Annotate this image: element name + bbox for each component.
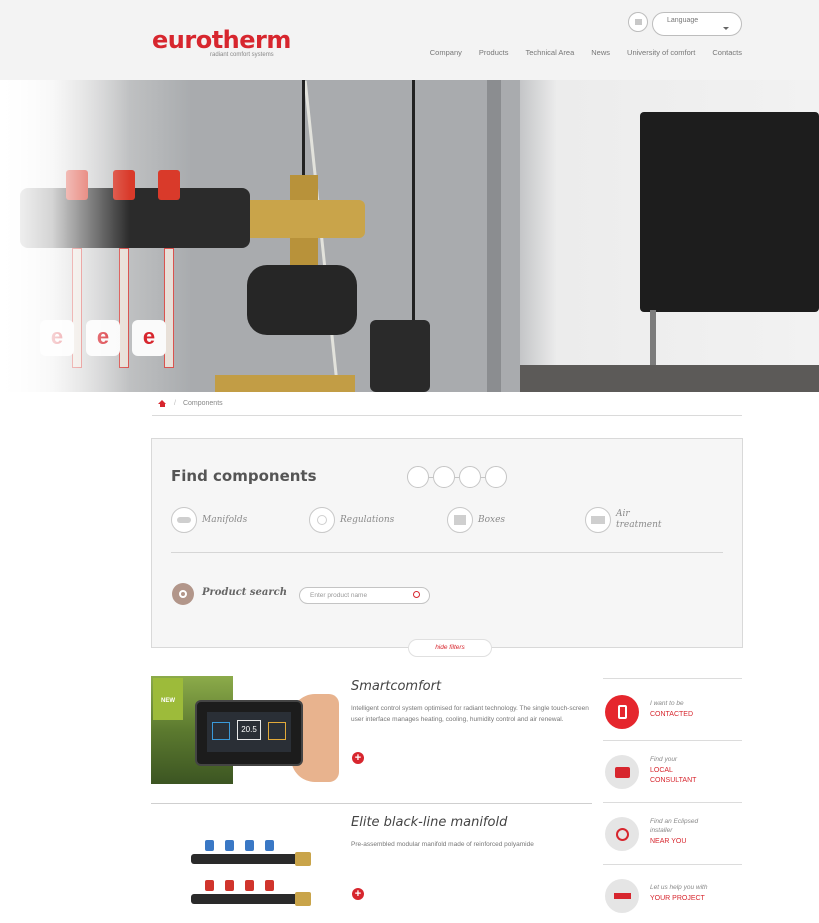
product-card: Elite black-line manifold Pre-assembled … — [151, 812, 592, 923]
briefcase-icon — [605, 755, 639, 789]
home-icon[interactable] — [158, 400, 167, 407]
tablet-temperature: 20.5 — [237, 720, 261, 740]
nav-item-news[interactable]: News — [591, 48, 610, 57]
logo-wordmark: eurotherm — [152, 26, 291, 54]
hero-chair-leg — [650, 310, 656, 370]
logo-tagline: radiant comfort systems — [210, 52, 274, 58]
flag-icon[interactable] — [628, 12, 648, 32]
plus-icon[interactable]: + — [352, 752, 364, 764]
product-image-smartcomfort[interactable]: NEW 20.5 — [151, 676, 339, 784]
side-item-project[interactable]: Let us help you with YOUR PROJECT — [603, 864, 742, 923]
hero-e-cap: e — [132, 320, 166, 356]
hero-black-cable-2 — [412, 80, 415, 320]
side-item-title: NEAR YOU — [650, 838, 687, 845]
nav-item-university-of-comfort[interactable]: University of comfort — [627, 48, 695, 57]
language-select-label: Language — [667, 17, 699, 24]
product-description: Intelligent control system optimised for… — [351, 705, 589, 723]
product-card: NEW 20.5 Smartcomfort Intelligent contro… — [151, 676, 592, 804]
search-icon — [172, 583, 194, 605]
side-item-title: LOCAL CONSULTANT — [650, 767, 697, 784]
nav-item-contacts[interactable]: Contacts — [712, 48, 742, 57]
air-treatment-icon — [585, 507, 611, 533]
nav-item-company[interactable]: Company — [430, 48, 462, 57]
step-indicator — [485, 466, 507, 488]
side-item-title: CONTACTED — [650, 711, 694, 718]
language-select[interactable]: Language — [652, 12, 742, 36]
category-air-treatment[interactable]: Air treatment — [585, 507, 672, 533]
filters-title: Find components — [171, 467, 317, 485]
installer-icon — [605, 817, 639, 851]
side-item-subtitle: Find your — [650, 756, 678, 763]
hero-brass-pipe-bottom — [215, 375, 355, 392]
category-regulations[interactable]: Regulations — [309, 507, 394, 533]
product-search-label: Product search — [202, 587, 288, 598]
nav-item-products[interactable]: Products — [479, 48, 509, 57]
manifold-icon — [171, 507, 197, 533]
category-label: Boxes — [478, 515, 506, 525]
side-item-subtitle: I want to be — [650, 700, 684, 707]
find-components-panel: Find components Manifolds Regulations Bo… — [151, 438, 743, 657]
category-label: Regulations — [340, 515, 395, 525]
breadcrumb-current: Components — [182, 400, 223, 407]
hero-panel-edge — [487, 80, 501, 392]
side-item-title: YOUR PROJECT — [650, 895, 705, 902]
ruler-icon — [605, 879, 639, 913]
hero-valve — [158, 170, 180, 200]
side-item-local-consultant[interactable]: Find your LOCAL CONSULTANT — [603, 740, 742, 802]
product-title[interactable]: Smartcomfort — [351, 679, 441, 694]
breadcrumb: / Components — [152, 398, 742, 416]
category-boxes[interactable]: Boxes — [447, 507, 505, 533]
product-description: Pre-assembled modular manifold made of r… — [351, 841, 534, 848]
site-header: eurotherm radiant comfort systems Langua… — [0, 0, 819, 80]
category-label: Air treatment — [616, 509, 662, 530]
side-item-subtitle: Find an Eclipsed installer — [650, 818, 699, 834]
plus-icon[interactable]: + — [352, 888, 364, 900]
phone-icon — [605, 695, 639, 729]
hero-pump — [247, 265, 357, 335]
chevron-down-icon — [723, 27, 729, 30]
category-manifolds[interactable]: Manifolds — [171, 507, 247, 533]
breadcrumb-separator: / — [174, 400, 176, 407]
side-item-installer[interactable]: Find an Eclipsed installer NEAR YOU — [603, 802, 742, 864]
hero-floor — [520, 365, 819, 392]
main-nav: Company Products Technical Area News Uni… — [430, 48, 742, 57]
filter-steps — [407, 466, 507, 488]
product-image-elite-manifold[interactable] — [151, 812, 339, 920]
side-item-subtitle: Let us help you with — [650, 884, 708, 891]
box-icon — [447, 507, 473, 533]
hide-filters-label: hide filters — [435, 644, 465, 651]
eurotherm-logo[interactable]: eurotherm radiant comfort systems — [152, 26, 291, 58]
category-list: Manifolds Regulations Boxes Air treatmen… — [171, 507, 731, 547]
hero-pump-box — [370, 320, 430, 392]
hero-chair — [640, 112, 819, 312]
hide-filters-button[interactable]: hide filters — [408, 639, 492, 657]
hero-image: e e e — [0, 80, 819, 392]
product-image-tablet: 20.5 — [195, 700, 303, 766]
divider — [171, 552, 723, 553]
step-indicator — [407, 466, 429, 488]
category-label: Manifolds — [202, 515, 248, 525]
product-title[interactable]: Elite black-line manifold — [351, 815, 507, 830]
side-item-contacted[interactable]: I want to be CONTACTED — [603, 678, 742, 740]
product-search-input[interactable]: Enter product name — [299, 587, 430, 604]
regulation-icon — [309, 507, 335, 533]
new-badge: NEW — [153, 678, 183, 720]
hero-fade — [0, 80, 130, 392]
search-submit-icon[interactable] — [413, 591, 420, 598]
product-search-placeholder: Enter product name — [310, 592, 368, 599]
step-indicator — [459, 466, 481, 488]
step-indicator — [433, 466, 455, 488]
nav-item-technical-area[interactable]: Technical Area — [525, 48, 574, 57]
